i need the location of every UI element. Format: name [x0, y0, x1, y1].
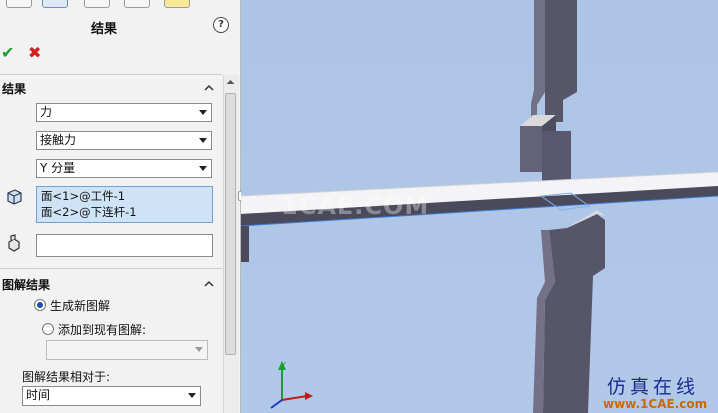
dropdown-arrow-icon — [195, 347, 203, 352]
force-type-value: 接触力 — [40, 133, 77, 147]
panel-title: 结果 — [90, 22, 117, 37]
radio-button-checked[interactable] — [34, 299, 46, 311]
coordinate-triad-icon — [270, 361, 313, 409]
tab-dimxpert-manager[interactable] — [124, 0, 150, 8]
dropdown-arrow-icon — [199, 110, 207, 115]
list-item[interactable]: 面<1>@工件-1 — [41, 188, 208, 204]
help-icon[interactable]: ? — [213, 17, 229, 33]
manager-tabs — [0, 0, 240, 8]
radio-existing-plot-label: 添加到现有图解: — [58, 323, 147, 337]
scroll-up-arrow-icon[interactable] — [223, 76, 238, 88]
component-select[interactable]: Y 分量 — [36, 159, 212, 178]
divider — [0, 74, 222, 75]
radio-button[interactable] — [42, 323, 54, 335]
radio-existing-plot[interactable]: 添加到现有图解: — [42, 321, 146, 338]
ok-button[interactable]: ✔ — [1, 43, 14, 62]
tab-display-manager[interactable] — [164, 0, 190, 8]
collapse-chevron-up-icon[interactable] — [204, 83, 214, 93]
component-value: Y 分量 — [40, 161, 76, 175]
upper-link-side — [531, 0, 545, 118]
list-item[interactable]: 面<2>@下连杆-1 — [41, 204, 208, 220]
result-type-select[interactable]: 力 — [36, 103, 212, 122]
faces-selection-list[interactable]: 面<1>@工件-1 面<2>@下连杆-1 — [36, 186, 213, 223]
plot-section-title: 图解结果 — [2, 278, 51, 292]
beam-end — [241, 226, 249, 262]
site-logo-url: www.1CAE.com — [603, 397, 708, 411]
plot-relative-select[interactable]: 时间 — [22, 386, 201, 406]
dropdown-arrow-icon — [188, 393, 196, 398]
results-section-title: 结果 — [2, 82, 27, 96]
upper-link-front — [545, 0, 577, 122]
lower-link-front — [543, 214, 605, 413]
collapse-chevron-up-icon[interactable] — [204, 279, 214, 289]
plot-relative-label: 图解结果相对于: — [22, 370, 111, 384]
face-selection-icon — [7, 189, 22, 205]
component-input[interactable] — [36, 234, 213, 257]
cancel-button[interactable]: ✖ — [28, 43, 41, 62]
upper-block-front — [520, 126, 542, 172]
checkmark-icon: ✔ — [1, 43, 15, 62]
scrollbar-thumb[interactable] — [225, 93, 236, 355]
force-type-select[interactable]: 接触力 — [36, 131, 212, 150]
triad-y-label: Y — [280, 361, 286, 370]
dropdown-arrow-icon — [199, 166, 207, 171]
result-type-value: 力 — [40, 105, 53, 119]
tab-configuration-manager[interactable] — [84, 0, 110, 8]
x-icon: ✖ — [28, 43, 42, 62]
tab-property-manager[interactable] — [42, 0, 68, 8]
tab-feature-manager[interactable] — [6, 0, 32, 8]
watermark-text: 1CAE.COM — [281, 192, 430, 220]
site-logo-text: 仿真在线 — [607, 376, 700, 398]
property-manager-panel: 结果 ? ✔ ✖ 结果 力 接触力 Y 分量 面<1>@工件-1 面<2>@下连… — [0, 0, 241, 413]
dropdown-arrow-icon — [199, 138, 207, 143]
divider — [0, 268, 222, 269]
existing-plot-select[interactable] — [46, 340, 208, 360]
component-selection-icon — [8, 234, 20, 252]
radio-new-plot[interactable]: 生成新图解 — [34, 297, 110, 314]
graphics-viewport[interactable]: Y 1CAE.COM 仿真在线 www.1CAE.com — [241, 0, 718, 413]
plot-relative-value: 时间 — [26, 388, 51, 402]
radio-new-plot-label: 生成新图解 — [50, 299, 111, 313]
